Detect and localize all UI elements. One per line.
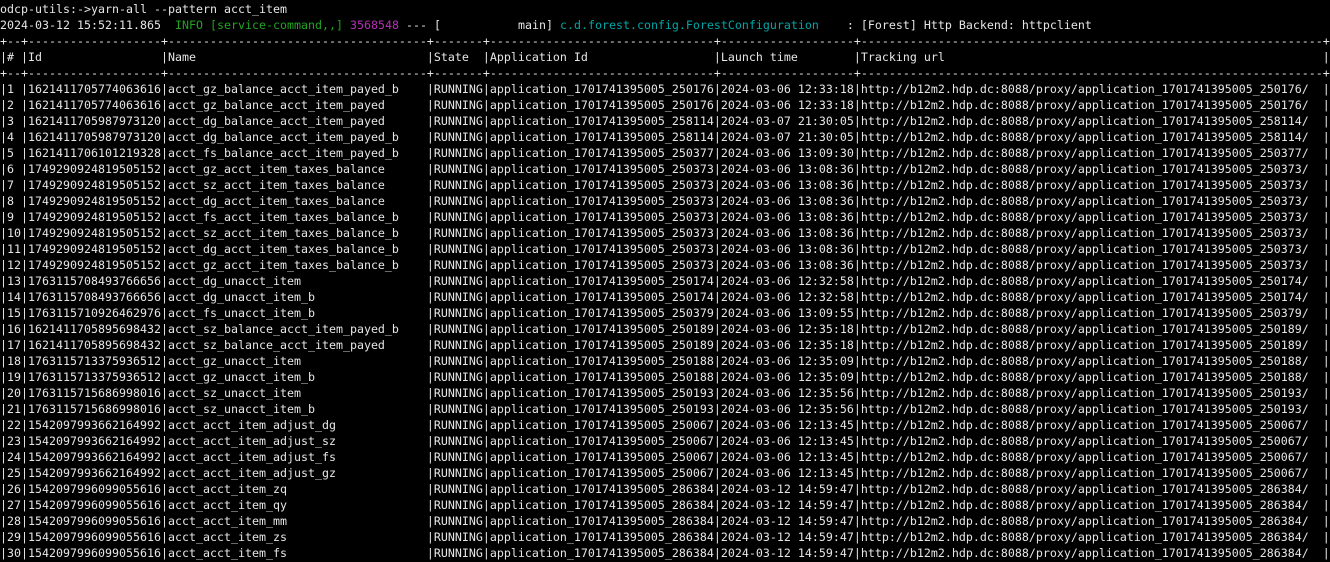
log-gap-4: [553, 18, 560, 32]
table-row: |4 |1621411705987973120|acct_dg_balance_…: [0, 129, 1330, 145]
table-row: |8 |1749290924819505152|acct_dg_acct_ite…: [0, 193, 1330, 209]
table-row: |23|1542097993662164992|acct_acct_item_a…: [0, 433, 1330, 449]
table-row: |1 |1621411705774063616|acct_gz_balance_…: [0, 81, 1330, 97]
log-pid: 3568548: [350, 18, 399, 32]
table-row: |11|1749290924819505152|acct_dg_acct_ite…: [0, 241, 1330, 257]
table-header-row: |# |Id |Name |State |Application Id |Lau…: [0, 49, 1330, 65]
table-row: |15|1763115710926462976|acct_fs_unacct_i…: [0, 305, 1330, 321]
log-message: [Forest] Http Backend: httpclient: [861, 18, 1092, 32]
table-row: |5 |1621411706101219328|acct_fs_balance_…: [0, 145, 1330, 161]
table-border-top: +--+-------------------+----------------…: [0, 33, 1330, 49]
table-border-header: +--+-------------------+----------------…: [0, 65, 1330, 81]
table-row: |27|1542097996099055616|acct_acct_item_q…: [0, 497, 1330, 513]
log-line: 2024-03-12 15:52:11.865 INFO [service-co…: [0, 17, 1330, 33]
table-row: |25|1542097993662164992|acct_acct_item_a…: [0, 465, 1330, 481]
yarn-table: +--+-------------------+----------------…: [0, 33, 1330, 561]
table-row: |12|1749290924819505152|acct_gz_acct_ite…: [0, 257, 1330, 273]
table-row: |16|1621411705895698432|acct_sz_balance_…: [0, 321, 1330, 337]
table-row: |24|1542097993662164992|acct_acct_item_a…: [0, 449, 1330, 465]
table-row: |3 |1621411705987973120|acct_dg_balance_…: [0, 113, 1330, 129]
table-row: |19|1763115713375936512|acct_gz_unacct_i…: [0, 369, 1330, 385]
table-row: |20|1763115715686998016|acct_sz_unacct_i…: [0, 385, 1330, 401]
shell-prompt: odcp-utils:->: [0, 2, 91, 16]
log-level: INFO: [175, 18, 203, 32]
command-text: yarn-all --pattern acct_item: [91, 2, 287, 16]
table-row: |2 |1621411705774063616|acct_gz_balance_…: [0, 97, 1330, 113]
log-gap-2: [203, 18, 210, 32]
log-dashes: ---: [399, 18, 434, 32]
table-row: |29|1542097996099055616|acct_acct_item_z…: [0, 529, 1330, 545]
table-row: |21|1763115715686998016|acct_sz_unacct_i…: [0, 401, 1330, 417]
log-timestamp: 2024-03-12 15:52:11.865: [0, 18, 161, 32]
table-row: |30|1542097996099055616|acct_acct_item_f…: [0, 545, 1330, 561]
log-thread: [ main]: [434, 18, 553, 32]
log-context: [service-command,,]: [210, 18, 343, 32]
table-row: |26|1542097996099055616|acct_acct_item_z…: [0, 481, 1330, 497]
table-row: |14|1763115708493766656|acct_dg_unacct_i…: [0, 289, 1330, 305]
log-colon: :: [819, 18, 861, 32]
table-row: |28|1542097996099055616|acct_acct_item_m…: [0, 513, 1330, 529]
table-row: |22|1542097993662164992|acct_acct_item_a…: [0, 417, 1330, 433]
table-row: |10|1749290924819505152|acct_sz_acct_ite…: [0, 225, 1330, 241]
table-row: |6 |1749290924819505152|acct_gz_acct_ite…: [0, 161, 1330, 177]
table-row: |18|1763115713375936512|acct_gz_unacct_i…: [0, 353, 1330, 369]
table-row: |7 |1749290924819505152|acct_sz_acct_ite…: [0, 177, 1330, 193]
table-row: |9 |1749290924819505152|acct_fs_acct_ite…: [0, 209, 1330, 225]
log-gap-1: [161, 18, 175, 32]
command-line: odcp-utils:->yarn-all --pattern acct_ite…: [0, 1, 1330, 17]
table-row: |13|1763115708493766656|acct_dg_unacct_i…: [0, 273, 1330, 289]
log-gap-3: [343, 18, 350, 32]
terminal-window[interactable]: odcp-utils:->yarn-all --pattern acct_ite…: [0, 0, 1330, 562]
table-row: |17|1621411705895698432|acct_sz_balance_…: [0, 337, 1330, 353]
log-logger: c.d.forest.config.ForestConfiguration: [560, 18, 819, 32]
